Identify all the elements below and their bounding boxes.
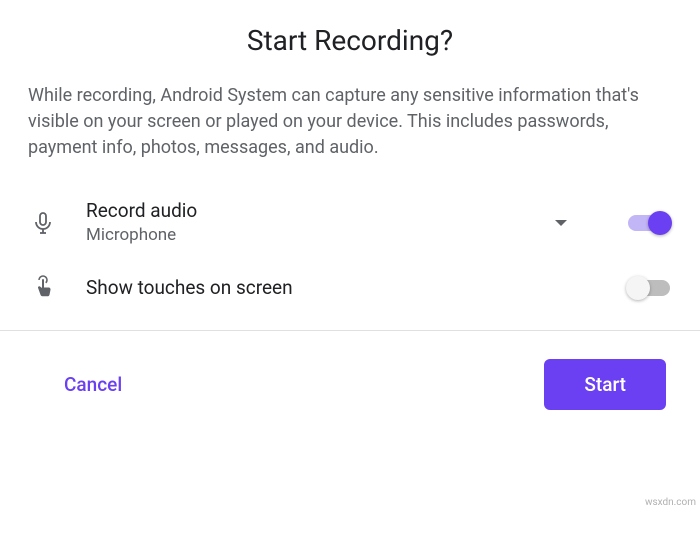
dialog-title: Start Recording? — [28, 24, 672, 57]
show-touches-body: Show touches on screen — [86, 276, 574, 301]
chevron-down-icon[interactable] — [548, 216, 574, 230]
start-button[interactable]: Start — [544, 359, 666, 410]
show-touches-row[interactable]: Show touches on screen — [28, 274, 672, 302]
watermark: wsxdn.com — [645, 497, 696, 508]
show-touches-toggle[interactable] — [626, 275, 672, 301]
dialog-actions: Cancel Start — [0, 331, 700, 438]
record-audio-toggle[interactable] — [626, 210, 672, 236]
recording-dialog: Start Recording? While recording, Androi… — [0, 0, 700, 302]
dialog-description: While recording, Android System can capt… — [28, 83, 672, 161]
microphone-icon — [28, 210, 58, 236]
touch-icon — [28, 274, 58, 302]
record-audio-body: Record audio Microphone — [86, 199, 520, 246]
record-audio-subtitle: Microphone — [86, 224, 520, 246]
cancel-button[interactable]: Cancel — [64, 373, 122, 396]
record-audio-title: Record audio — [86, 199, 520, 224]
show-touches-title: Show touches on screen — [86, 276, 574, 301]
record-audio-row[interactable]: Record audio Microphone — [28, 199, 672, 246]
